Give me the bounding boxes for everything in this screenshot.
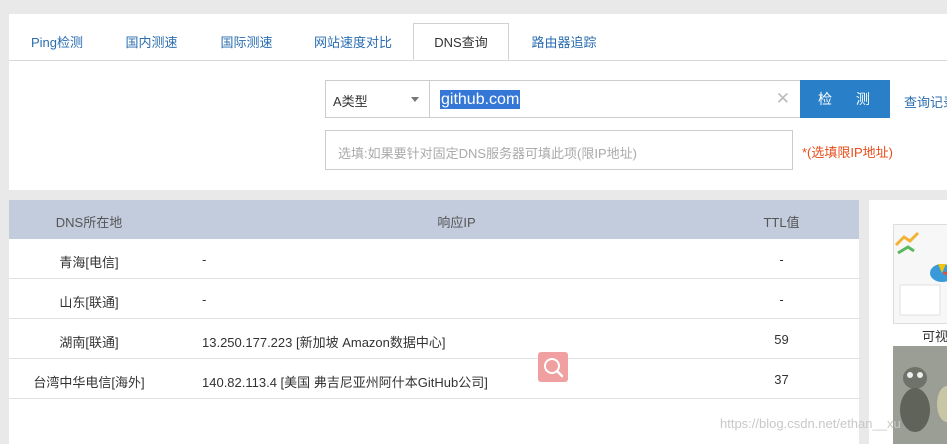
chart-thumbnail-image <box>894 225 947 323</box>
tab-bar: Ping检测 国内测速 国际测速 网站速度对比 DNS查询 路由器追踪 <box>9 23 947 61</box>
header-ip: 响应IP <box>437 215 476 230</box>
header-ttl: TTL值 <box>763 215 800 230</box>
search-icon <box>544 358 564 378</box>
tab-intl-speed[interactable]: 国际测速 <box>204 24 289 60</box>
check-button[interactable]: 检 测 <box>800 80 890 118</box>
cell-ttl: 59 <box>774 332 789 347</box>
record-type-select[interactable]: A类型 <box>325 80 430 118</box>
cell-ttl: - <box>779 252 784 267</box>
figure-thumbnail[interactable] <box>893 346 947 444</box>
table-row: 青海[电信] - - <box>9 239 859 279</box>
cell-ip: 13.250.177.223 [新加坡 Amazon数据中心] <box>202 335 446 350</box>
close-icon[interactable]: ✕ <box>776 90 790 108</box>
cell-location: 山东[联通] <box>59 295 119 310</box>
record-type-value: A类型 <box>333 94 368 109</box>
tab-traceroute[interactable]: 路由器追踪 <box>516 24 612 60</box>
table-row: 湖南[联通] 13.250.177.223 [新加坡 Amazon数据中心] 5… <box>9 319 859 359</box>
header-location: DNS所在地 <box>55 215 123 230</box>
cell-location: 台湾中华电信[海外] <box>33 375 145 390</box>
figure-thumbnail-image <box>893 346 947 444</box>
dns-server-input[interactable]: 选填:如果要针对固定DNS服务器可填此项(限IP地址) <box>325 130 793 170</box>
tab-ping[interactable]: Ping检测 <box>17 24 97 60</box>
cell-location: 湖南[联通] <box>59 335 119 350</box>
chevron-down-icon <box>411 97 419 102</box>
thumbnail-caption: 可视 <box>922 329 947 344</box>
float-search-button[interactable] <box>538 352 568 382</box>
domain-input[interactable]: github.com ✕ <box>429 80 801 118</box>
cell-ip: - <box>202 252 207 267</box>
ad-sidebar: 可视 <box>869 200 947 444</box>
dns-note: *(选填限IP地址) <box>802 145 894 160</box>
history-link[interactable]: 查询记录 <box>904 92 947 111</box>
tab-dns[interactable]: DNS查询 <box>413 23 509 60</box>
dns-server-placeholder: 选填:如果要针对固定DNS服务器可填此项(限IP地址) <box>338 146 638 161</box>
cell-location: 青海[电信] <box>59 255 119 270</box>
query-panel: Ping检测 国内测速 国际测速 网站速度对比 DNS查询 路由器追踪 A类型 … <box>9 14 947 190</box>
domain-value: github.com <box>440 90 521 109</box>
cell-ip: 140.82.113.4 [美国 弗吉尼亚州阿什本GitHub公司] <box>202 375 488 390</box>
cell-ttl: 37 <box>774 372 789 387</box>
table-row: 山东[联通] - - <box>9 279 859 319</box>
table-header: DNS所在地 响应IP TTL值 <box>9 200 859 239</box>
tab-domestic-speed[interactable]: 国内测速 <box>109 24 194 60</box>
table-row: 台湾中华电信[海外] 140.82.113.4 [美国 弗吉尼亚州阿什本GitH… <box>9 359 859 399</box>
tab-site-compare[interactable]: 网站速度对比 <box>301 24 405 60</box>
chart-thumbnail[interactable] <box>893 224 947 324</box>
watermark: https://blog.csdn.net/ethan__xu <box>720 416 901 431</box>
cell-ip: - <box>202 292 207 307</box>
results-table: DNS所在地 响应IP TTL值 青海[电信] - - 山东[联通] - - 湖… <box>9 200 859 444</box>
cell-ttl: - <box>779 292 784 307</box>
